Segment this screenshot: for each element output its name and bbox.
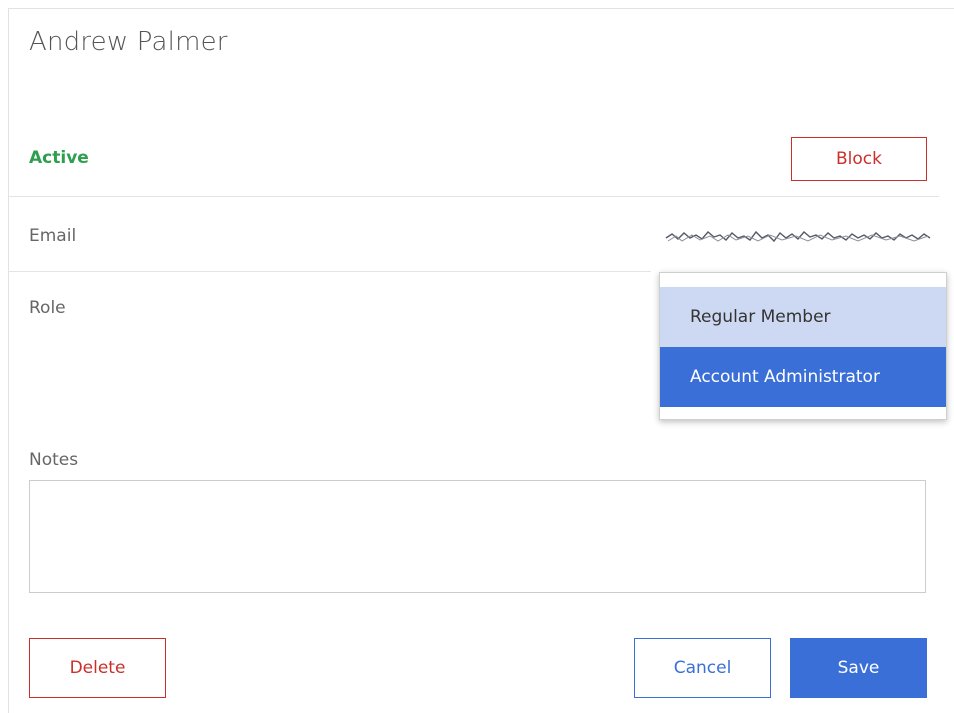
delete-button[interactable]: Delete	[29, 638, 166, 698]
notes-label: Notes	[29, 450, 79, 470]
cancel-button[interactable]: Cancel	[634, 638, 771, 698]
role-option-account-administrator[interactable]: Account Administrator	[660, 347, 946, 407]
email-value-redacted	[662, 226, 934, 246]
status-label: Active	[29, 148, 89, 168]
page-title: Andrew Palmer	[29, 27, 228, 57]
role-label: Role	[29, 298, 66, 318]
divider	[9, 271, 651, 272]
role-option-regular-member[interactable]: Regular Member	[660, 287, 946, 347]
role-dropdown-menu[interactable]: Regular Member Account Administrator	[659, 272, 947, 420]
save-button[interactable]: Save	[790, 638, 927, 698]
user-detail-panel: Andrew Palmer Active Block Email Role Re…	[8, 8, 954, 713]
notes-textarea[interactable]	[29, 480, 926, 593]
redacted-email-scribble	[665, 230, 931, 243]
divider	[9, 196, 939, 197]
email-label: Email	[29, 226, 77, 246]
block-button[interactable]: Block	[791, 137, 927, 181]
